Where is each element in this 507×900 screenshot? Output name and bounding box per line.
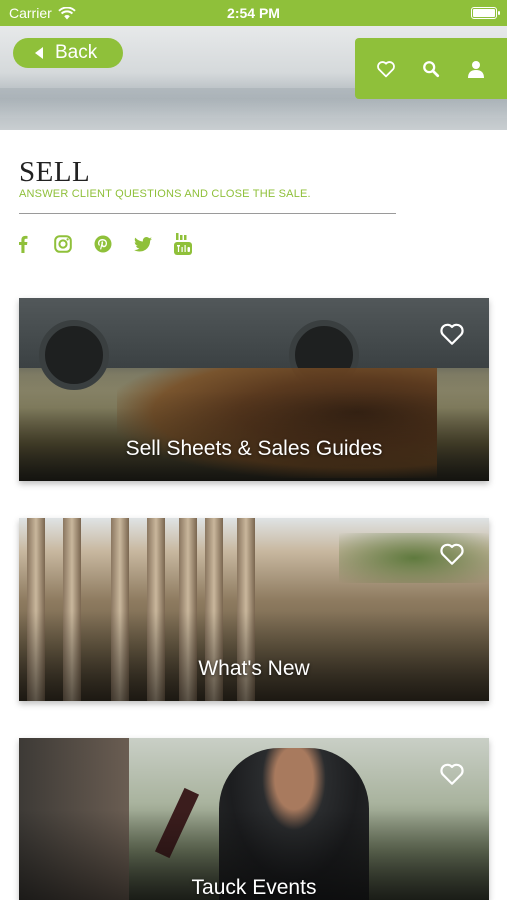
- user-icon: [468, 60, 485, 78]
- search-icon: [423, 60, 440, 77]
- youtube-icon: [174, 233, 192, 255]
- pinterest-link[interactable]: [93, 233, 113, 255]
- facebook-link[interactable]: [13, 233, 33, 255]
- favorites-button[interactable]: [373, 56, 399, 82]
- card-label: What's New: [198, 657, 310, 680]
- heart-icon[interactable]: [439, 542, 465, 566]
- card-whats-new[interactable]: What's New: [19, 518, 489, 701]
- heart-icon[interactable]: [439, 322, 465, 346]
- page-title: SELL: [19, 156, 91, 188]
- top-action-bar: [355, 38, 507, 99]
- social-links: [13, 233, 193, 255]
- heart-icon: [376, 60, 395, 77]
- chevron-left-icon: [35, 47, 43, 59]
- clock: 2:54 PM: [227, 5, 280, 21]
- divider: [19, 213, 396, 214]
- pinterest-icon: [94, 235, 112, 253]
- twitter-link[interactable]: [133, 233, 153, 255]
- facebook-icon: [19, 235, 28, 253]
- profile-button[interactable]: [463, 56, 489, 82]
- status-bar: Carrier 2:54 PM: [0, 0, 507, 26]
- back-button[interactable]: Back: [13, 38, 123, 68]
- youtube-link[interactable]: [173, 233, 193, 255]
- card-label: Sell Sheets & Sales Guides: [125, 437, 383, 460]
- instagram-link[interactable]: [53, 233, 73, 255]
- page-subtitle: ANSWER CLIENT QUESTIONS AND CLOSE THE SA…: [19, 188, 311, 200]
- card-tauck-events[interactable]: Tauck Events: [19, 738, 489, 900]
- instagram-icon: [54, 235, 72, 253]
- card-sell-sheets[interactable]: Sell Sheets & Sales Guides: [19, 298, 489, 481]
- heart-icon[interactable]: [439, 762, 465, 786]
- back-button-label: Back: [55, 42, 98, 63]
- card-label: Tauck Events: [191, 876, 317, 899]
- battery-icon: [471, 7, 500, 19]
- search-button[interactable]: [418, 56, 444, 82]
- twitter-icon: [134, 236, 152, 252]
